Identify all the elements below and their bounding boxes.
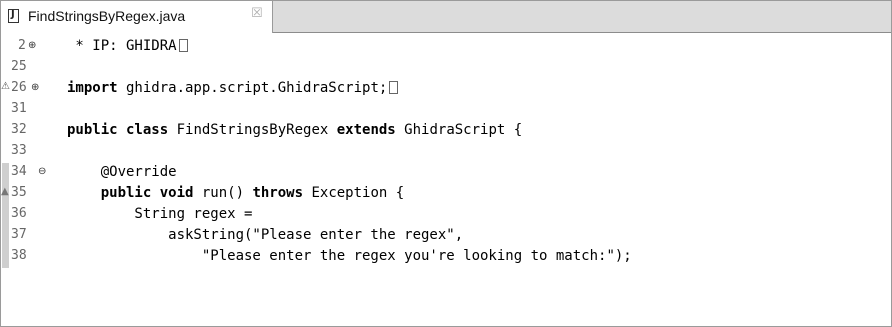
- code-text: String regex =: [67, 206, 253, 222]
- code-line: 32 public class FindStringsByRegex exten…: [1, 121, 891, 142]
- change-marker: [2, 163, 9, 184]
- line-number: 32: [11, 122, 27, 137]
- override-marker-icon[interactable]: ▲: [1, 186, 9, 197]
- code-text: "Please enter the regex you're looking t…: [67, 248, 632, 264]
- code-text: * IP: GHIDRA: [67, 38, 188, 54]
- code-text: public void run() throws Exception {: [100, 185, 405, 201]
- code-line: 38 "Please enter the regex you're lookin…: [1, 247, 891, 268]
- code-line: 2 ⊕ * IP: GHIDRA: [1, 37, 891, 58]
- change-marker: [2, 247, 9, 268]
- code-text: askString("Please enter the regex",: [67, 227, 464, 243]
- code-editor: J FindStringsByRegex.java ☒ 2 ⊕ * IP: GH…: [0, 0, 892, 327]
- folded-block-icon[interactable]: [178, 39, 188, 52]
- line-number: 34: [11, 164, 27, 179]
- line-number: 37: [11, 227, 27, 242]
- code-line: 31: [1, 100, 891, 121]
- code-text: import ghidra.app.script.GhidraScript;: [67, 80, 399, 96]
- keyword: public class: [67, 122, 169, 138]
- code-text: @Override: [67, 164, 177, 180]
- tab-title: FindStringsByRegex.java: [28, 8, 186, 24]
- line-number: 35: [11, 185, 27, 200]
- folded-block-icon[interactable]: [389, 81, 399, 94]
- change-marker: [2, 205, 9, 226]
- line-number: 36: [11, 206, 27, 221]
- java-file-icon: J: [8, 9, 19, 23]
- keyword: extends: [336, 122, 396, 138]
- line-number: 31: [11, 101, 27, 116]
- warning-marker-icon[interactable]: ⚠: [1, 81, 10, 92]
- code-line: 33: [1, 142, 891, 163]
- code-line: 25: [1, 58, 891, 79]
- code-line: 34 ⊖ @Override: [1, 163, 891, 184]
- editor-tab-bar: J FindStringsByRegex.java ☒: [1, 1, 891, 33]
- line-number: 38: [11, 248, 27, 263]
- keyword: public void: [100, 185, 194, 201]
- code-text: public class FindStringsByRegex extends …: [67, 122, 523, 138]
- close-tab-icon[interactable]: ☒: [251, 6, 263, 21]
- change-marker: [2, 226, 9, 247]
- line-number: 33: [11, 143, 27, 158]
- code-line: 36 String regex =: [1, 205, 891, 226]
- line-number: 2: [18, 38, 26, 53]
- code-line: 37 askString("Please enter the regex",: [1, 226, 891, 247]
- keyword: throws: [252, 185, 304, 201]
- code-line: ▲ 35 public void run() throws Exception …: [1, 184, 891, 205]
- editor-tab[interactable]: J FindStringsByRegex.java ☒: [1, 1, 273, 33]
- code-line: ⚠ 26 ⊕ import ghidra.app.script.GhidraSc…: [1, 79, 891, 100]
- expand-fold-icon[interactable]: ⊕: [31, 82, 39, 93]
- keyword: import: [67, 80, 118, 96]
- collapse-fold-icon[interactable]: ⊖: [38, 166, 46, 177]
- line-number: 26: [11, 80, 27, 95]
- expand-fold-icon[interactable]: ⊕: [28, 40, 36, 51]
- line-number: 25: [11, 59, 27, 74]
